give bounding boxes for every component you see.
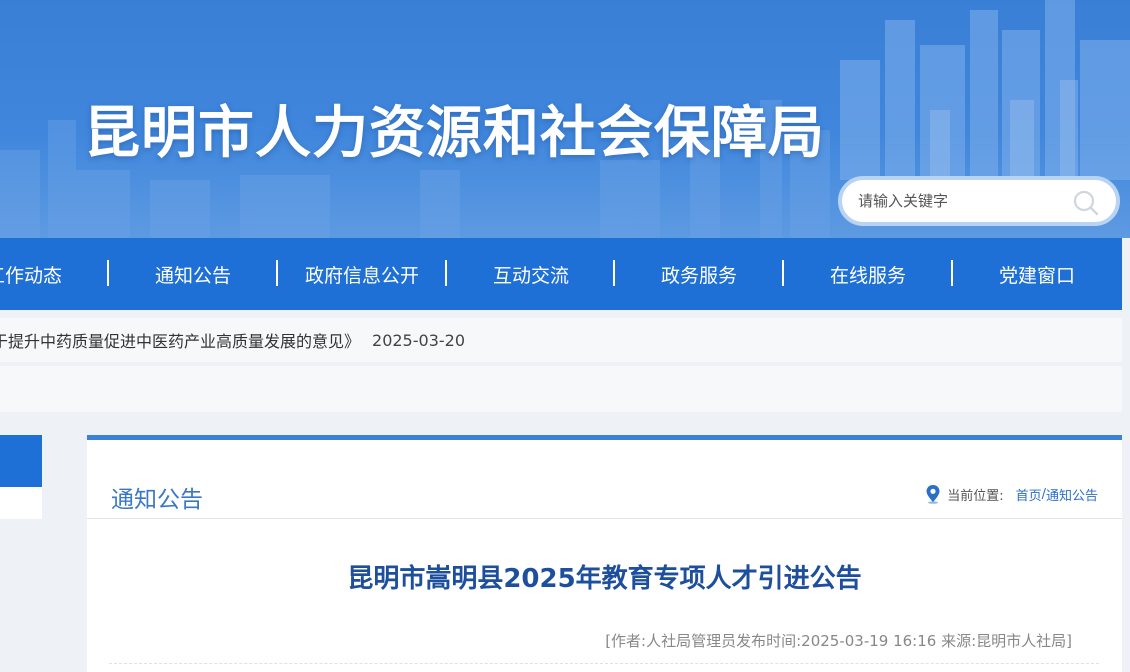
breadcrumb-label: 当前位置: <box>947 488 1004 504</box>
breadcrumb-current-link[interactable]: 通知公告 <box>1046 485 1098 504</box>
breadcrumb-home-link[interactable]: 首页 <box>1016 485 1042 504</box>
nav-item-gov-info-disclosure[interactable]: 政府信息公开 <box>278 238 446 310</box>
nav-item-party-building[interactable]: 党建窗口 <box>953 238 1121 310</box>
location-pin-icon <box>926 485 940 504</box>
spacer-band <box>0 366 1122 412</box>
panel-divider <box>87 518 1122 519</box>
nav-item-notices[interactable]: 通知公告 <box>109 238 277 310</box>
news-ticker: 于提升中药质量促进中医药产业高质量发展的意见》 2025-03-20 <box>0 318 1122 362</box>
main-nav: 工作动态 通知公告 政府信息公开 互动交流 政务服务 在线服务 党建窗口 <box>0 238 1122 310</box>
search-box <box>838 176 1120 226</box>
page: 昆明市人力资源和社会保障局 工作动态 通知公告 政府信息公开 互动交流 政务服务… <box>0 0 1130 672</box>
search-input[interactable] <box>858 192 1068 210</box>
nav-item-interaction[interactable]: 互动交流 <box>447 238 615 310</box>
sidebar-item[interactable] <box>0 487 42 519</box>
ticker-date: 2025-03-20 <box>372 330 465 350</box>
header-banner: 昆明市人力资源和社会保障局 <box>0 0 1130 238</box>
article-meta: [作者:人社局管理员发布时间:2025-03-19 16:16 来源:昆明市人社… <box>605 632 1072 650</box>
site-title: 昆明市人力资源和社会保障局 <box>84 101 825 166</box>
content-panel: 通知公告 当前位置: 首页 / 通知公告 昆明市嵩明县2025年教育专项人才引进… <box>87 435 1122 672</box>
ticker-headline-link[interactable]: 于提升中药质量促进中医药产业高质量发展的意见》 <box>0 328 360 352</box>
nav-item-work-news[interactable]: 工作动态 <box>0 238 108 310</box>
nav-item-online-services[interactable]: 在线服务 <box>784 238 952 310</box>
nav-item-gov-services[interactable]: 政务服务 <box>615 238 783 310</box>
panel-title: 通知公告 <box>111 487 203 513</box>
search-icon[interactable] <box>1072 189 1100 217</box>
meta-divider <box>109 663 1099 664</box>
article-title: 昆明市嵩明县2025年教育专项人才引进公告 <box>347 564 862 594</box>
breadcrumb: 当前位置: 首页 / 通知公告 <box>925 484 1098 504</box>
sidebar-active-item[interactable] <box>0 435 42 487</box>
